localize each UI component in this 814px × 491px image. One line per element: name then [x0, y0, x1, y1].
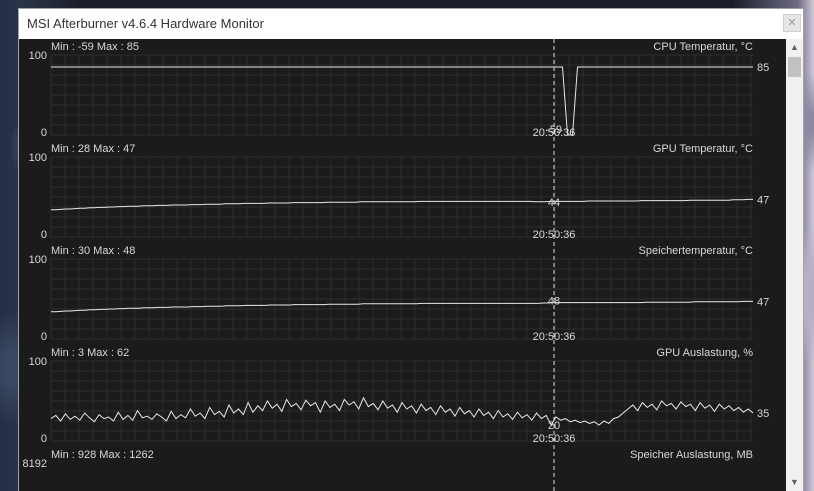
- scroll-thumb[interactable]: [788, 57, 801, 77]
- y-axis-top-label: 8192: [23, 458, 47, 470]
- hardware-monitor-window[interactable]: MSI Afterburner v4.6.4 Hardware Monitor …: [19, 9, 803, 491]
- graph-panel-4: Min : 928 Max : 1262 Speicher Auslastung,…: [23, 449, 753, 470]
- min-max-label: Min : 30 Max : 48: [51, 245, 135, 257]
- close-button[interactable]: ✕: [783, 14, 801, 32]
- current-value-label: 35: [757, 408, 769, 420]
- y-axis-bottom-label: 0: [41, 433, 47, 445]
- window-titlebar[interactable]: MSI Afterburner v4.6.4 Hardware Monitor …: [19, 9, 803, 39]
- chevron-up-icon: ▲: [790, 42, 799, 52]
- current-value-label: 47: [757, 194, 769, 206]
- current-value-label: 47: [757, 296, 769, 308]
- series-line: [51, 198, 753, 211]
- y-axis-top-label: 100: [29, 356, 47, 368]
- y-axis-top-label: 100: [29, 152, 47, 164]
- graph-panel-1: Min : 28 Max : 47 GPU Temperatur, °C 100 0 4…: [29, 143, 770, 241]
- y-axis-bottom-label: 0: [41, 229, 47, 241]
- scroll-up-button[interactable]: ▲: [786, 39, 803, 56]
- graph-panel-2: Min : 30 Max : 48 Speichertemperatur, °C 1…: [29, 245, 770, 343]
- min-max-label: Min : 28 Max : 47: [51, 143, 135, 155]
- graph-title: GPU Auslastung, %: [656, 347, 753, 359]
- vertical-scrollbar[interactable]: ▲ ▼: [786, 39, 803, 491]
- chevron-down-icon: ▼: [790, 477, 799, 487]
- close-icon: ✕: [787, 17, 797, 29]
- graph-title: GPU Temperatur, °C: [653, 143, 753, 155]
- scroll-down-button[interactable]: ▼: [786, 474, 803, 491]
- y-axis-bottom-label: 0: [41, 127, 47, 139]
- graph-title: CPU Temperatur, °C: [653, 41, 753, 53]
- graphs-canvas[interactable]: Min : -59 Max : 85 CPU Temperatur, °C 100 0…: [19, 39, 786, 491]
- y-axis-bottom-label: 0: [41, 331, 47, 343]
- graph-panel-3: Min : 3 Max : 62 GPU Auslastung, %1000352…: [29, 347, 770, 445]
- graph-title: Speicher Auslastung, MB: [630, 449, 753, 461]
- graph-title: Speichertemperatur, °C: [639, 245, 754, 257]
- window-title: MSI Afterburner v4.6.4 Hardware Monitor: [27, 16, 264, 31]
- y-axis-top-label: 100: [29, 254, 47, 266]
- monitor-graph-area[interactable]: Min : -59 Max : 85 CPU Temperatur, °C 100 0…: [19, 39, 786, 491]
- min-max-label: Min : -59 Max : 85: [51, 41, 139, 53]
- min-max-label: Min : 3 Max : 62: [51, 347, 129, 359]
- series-line: [51, 300, 753, 313]
- current-value-label: 85: [757, 62, 769, 74]
- min-max-label: Min : 928 Max : 1262: [51, 449, 154, 461]
- y-axis-top-label: 100: [29, 50, 47, 62]
- graph-panel-0: Min : -59 Max : 85 CPU Temperatur, °C 100 0…: [29, 41, 770, 139]
